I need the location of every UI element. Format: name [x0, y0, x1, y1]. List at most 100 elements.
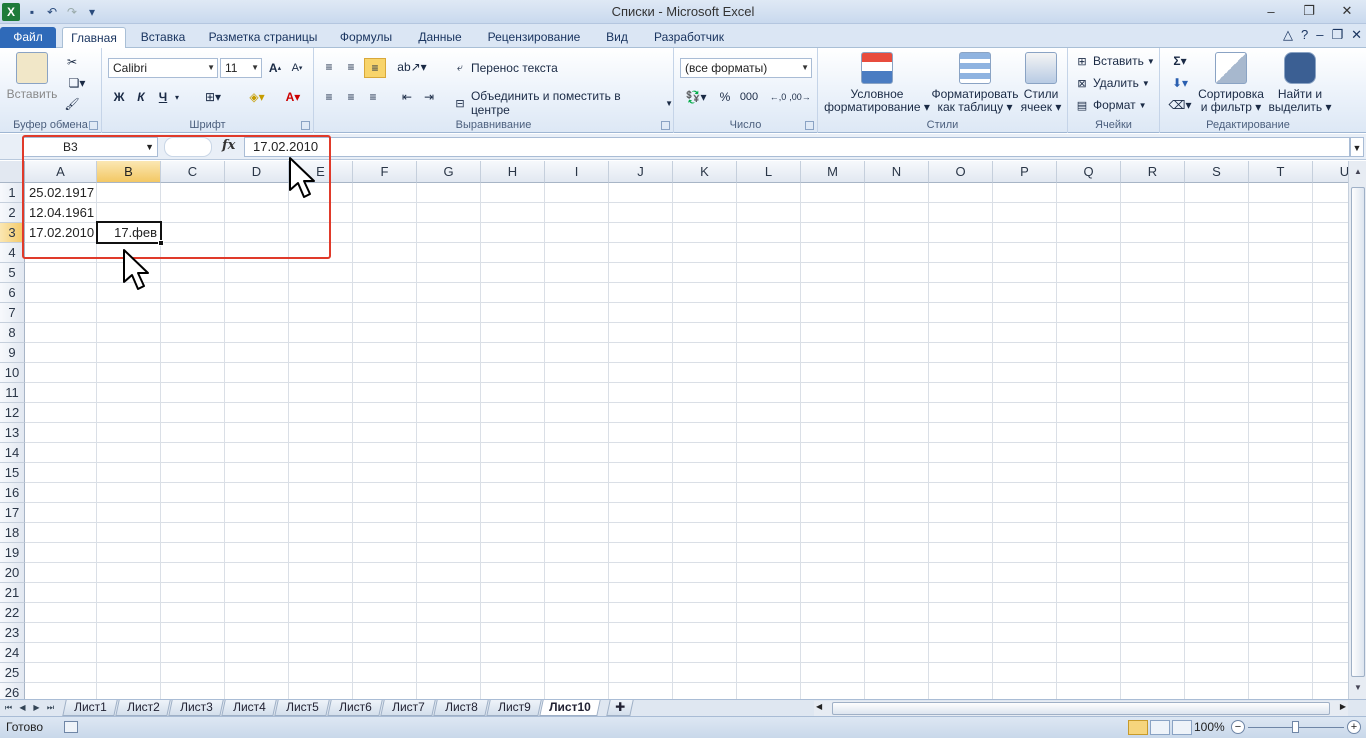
- font-name-combo[interactable]: Calibri ▼: [108, 58, 218, 78]
- sheet-tab-10[interactable]: Лист10: [539, 700, 601, 716]
- tab-page-layout[interactable]: Разметка страницы: [200, 27, 326, 48]
- sheet-tab-3[interactable]: Лист3: [168, 700, 224, 716]
- row-header-7[interactable]: 7: [0, 303, 25, 323]
- grow-font-icon[interactable]: A ▴: [266, 60, 284, 76]
- zoom-out-icon[interactable]: −: [1231, 720, 1245, 734]
- borders-icon[interactable]: ⊞▾: [198, 88, 228, 106]
- normal-view-icon[interactable]: [1128, 720, 1148, 735]
- conditional-formatting-button[interactable]: Условное форматирование ▾: [822, 52, 932, 114]
- underline-button[interactable]: Ч: [154, 88, 172, 106]
- font-color-icon[interactable]: A▾: [278, 88, 308, 106]
- row-header-1[interactable]: 1: [0, 183, 25, 203]
- column-header-o[interactable]: O: [929, 161, 993, 183]
- align-right-icon[interactable]: ≡: [364, 88, 382, 106]
- row-header-13[interactable]: 13: [0, 423, 25, 443]
- row-header-4[interactable]: 4: [0, 243, 25, 263]
- column-header-n[interactable]: N: [865, 161, 929, 183]
- row-header-21[interactable]: 21: [0, 583, 25, 603]
- italic-button[interactable]: К: [132, 88, 150, 106]
- row-header-10[interactable]: 10: [0, 363, 25, 383]
- currency-format-icon[interactable]: 💱▾: [682, 88, 710, 106]
- column-header-t[interactable]: T: [1249, 161, 1313, 183]
- name-box[interactable]: B3 ▼: [22, 137, 158, 157]
- insert-function-icon[interactable]: fx: [222, 138, 235, 153]
- column-header-g[interactable]: G: [417, 161, 481, 183]
- horizontal-scrollbar[interactable]: ◀ ▶: [814, 701, 1348, 716]
- help-icon[interactable]: ?: [1301, 27, 1308, 43]
- cell-a2[interactable]: 12.04.1961: [25, 203, 97, 223]
- column-header-f[interactable]: F: [353, 161, 417, 183]
- row-header-5[interactable]: 5: [0, 263, 25, 283]
- formula-bar-divider[interactable]: [164, 137, 212, 157]
- row-header-26[interactable]: 26: [0, 683, 25, 699]
- sheet-tab-5[interactable]: Лист5: [274, 700, 330, 716]
- copy-icon[interactable]: ❏▾: [64, 75, 90, 91]
- row-header-17[interactable]: 17: [0, 503, 25, 523]
- column-header-c[interactable]: C: [161, 161, 225, 183]
- column-header-s[interactable]: S: [1185, 161, 1249, 183]
- decrease-indent-icon[interactable]: ⇤: [398, 88, 416, 106]
- restore-button[interactable]: ❐: [1290, 0, 1328, 22]
- sheet-tab-4[interactable]: Лист4: [221, 700, 277, 716]
- tab-data[interactable]: Данные: [406, 27, 474, 48]
- tab-home[interactable]: Главная: [62, 27, 126, 49]
- zoom-level[interactable]: 100%: [1194, 720, 1225, 734]
- font-launcher-icon[interactable]: [301, 121, 310, 130]
- column-header-l[interactable]: L: [737, 161, 801, 183]
- delete-cells-button[interactable]: ⊠ Удалить ▼: [1074, 75, 1149, 91]
- column-header-i[interactable]: I: [545, 161, 609, 183]
- merge-center-button[interactable]: ⊟ Объединить и поместить в центре ▼: [452, 89, 673, 117]
- column-header-p[interactable]: P: [993, 161, 1057, 183]
- column-header-m[interactable]: M: [801, 161, 865, 183]
- tab-developer[interactable]: Разработчик: [646, 27, 732, 48]
- font-size-combo[interactable]: 11 ▼: [220, 58, 262, 78]
- page-break-view-icon[interactable]: [1172, 720, 1192, 735]
- row-header-2[interactable]: 2: [0, 203, 25, 223]
- shrink-font-icon[interactable]: A ▾: [288, 60, 306, 76]
- zoom-in-icon[interactable]: +: [1347, 720, 1361, 734]
- row-header-22[interactable]: 22: [0, 603, 25, 623]
- decrease-decimal-icon[interactable]: ,00→: [789, 88, 811, 106]
- align-left-icon[interactable]: ≡: [320, 88, 338, 106]
- sheet-tab-2[interactable]: Лист2: [115, 700, 171, 716]
- worksheet-grid[interactable]: ABCDEFGHIJKLMNOPQRSTU 1 2 3 4 5 6 7 8 9 10 11 12 13 1…: [0, 161, 1348, 699]
- row-header-12[interactable]: 12: [0, 403, 25, 423]
- minimize-ribbon-icon[interactable]: △: [1283, 27, 1293, 43]
- wrap-text-button[interactable]: ⤶ Перенос текста: [452, 60, 558, 76]
- expand-formula-bar-icon[interactable]: ▼: [1350, 137, 1364, 157]
- insert-cells-button[interactable]: ⊞ Вставить ▼: [1074, 53, 1154, 69]
- row-header-24[interactable]: 24: [0, 643, 25, 663]
- active-cell-cursor[interactable]: [96, 221, 164, 246]
- workbook-restore-icon[interactable]: ❐: [1331, 27, 1343, 43]
- scroll-right-icon[interactable]: ▶: [1340, 702, 1346, 711]
- row-header-3[interactable]: 3: [0, 223, 25, 243]
- column-header-b[interactable]: B: [97, 161, 161, 183]
- column-header-j[interactable]: J: [609, 161, 673, 183]
- zoom-slider-thumb[interactable]: [1292, 721, 1299, 733]
- align-top-icon[interactable]: ≡: [320, 58, 338, 76]
- column-header-h[interactable]: H: [481, 161, 545, 183]
- workbook-minimize-icon[interactable]: –: [1316, 27, 1323, 43]
- number-launcher-icon[interactable]: [805, 121, 814, 130]
- page-layout-view-icon[interactable]: [1150, 720, 1170, 735]
- row-header-16[interactable]: 16: [0, 483, 25, 503]
- format-cells-button[interactable]: ▤ Формат ▼: [1074, 97, 1147, 113]
- last-sheet-icon[interactable]: ⏭: [44, 701, 57, 715]
- scroll-left-icon[interactable]: ◀: [816, 702, 822, 711]
- row-header-23[interactable]: 23: [0, 623, 25, 643]
- align-middle-icon[interactable]: ≡: [342, 58, 360, 76]
- alignment-launcher-icon[interactable]: [661, 121, 670, 130]
- vertical-scroll-thumb[interactable]: [1351, 187, 1365, 677]
- column-header-r[interactable]: R: [1121, 161, 1185, 183]
- find-select-button[interactable]: Найти и выделить ▾: [1266, 52, 1334, 114]
- column-header-a[interactable]: A: [25, 161, 97, 183]
- cell-styles-button[interactable]: Стили ячеек ▾: [1018, 52, 1064, 114]
- number-format-combo[interactable]: (все форматы) ▼: [680, 58, 812, 78]
- tab-insert[interactable]: Вставка: [132, 27, 194, 48]
- select-all-corner[interactable]: [0, 161, 25, 183]
- row-header-19[interactable]: 19: [0, 543, 25, 563]
- column-header-d[interactable]: D: [225, 161, 289, 183]
- autosum-icon[interactable]: Σ▾: [1166, 52, 1194, 70]
- underline-dropdown-icon[interactable]: ▾: [172, 88, 182, 106]
- clear-icon[interactable]: ⌫▾: [1166, 96, 1194, 114]
